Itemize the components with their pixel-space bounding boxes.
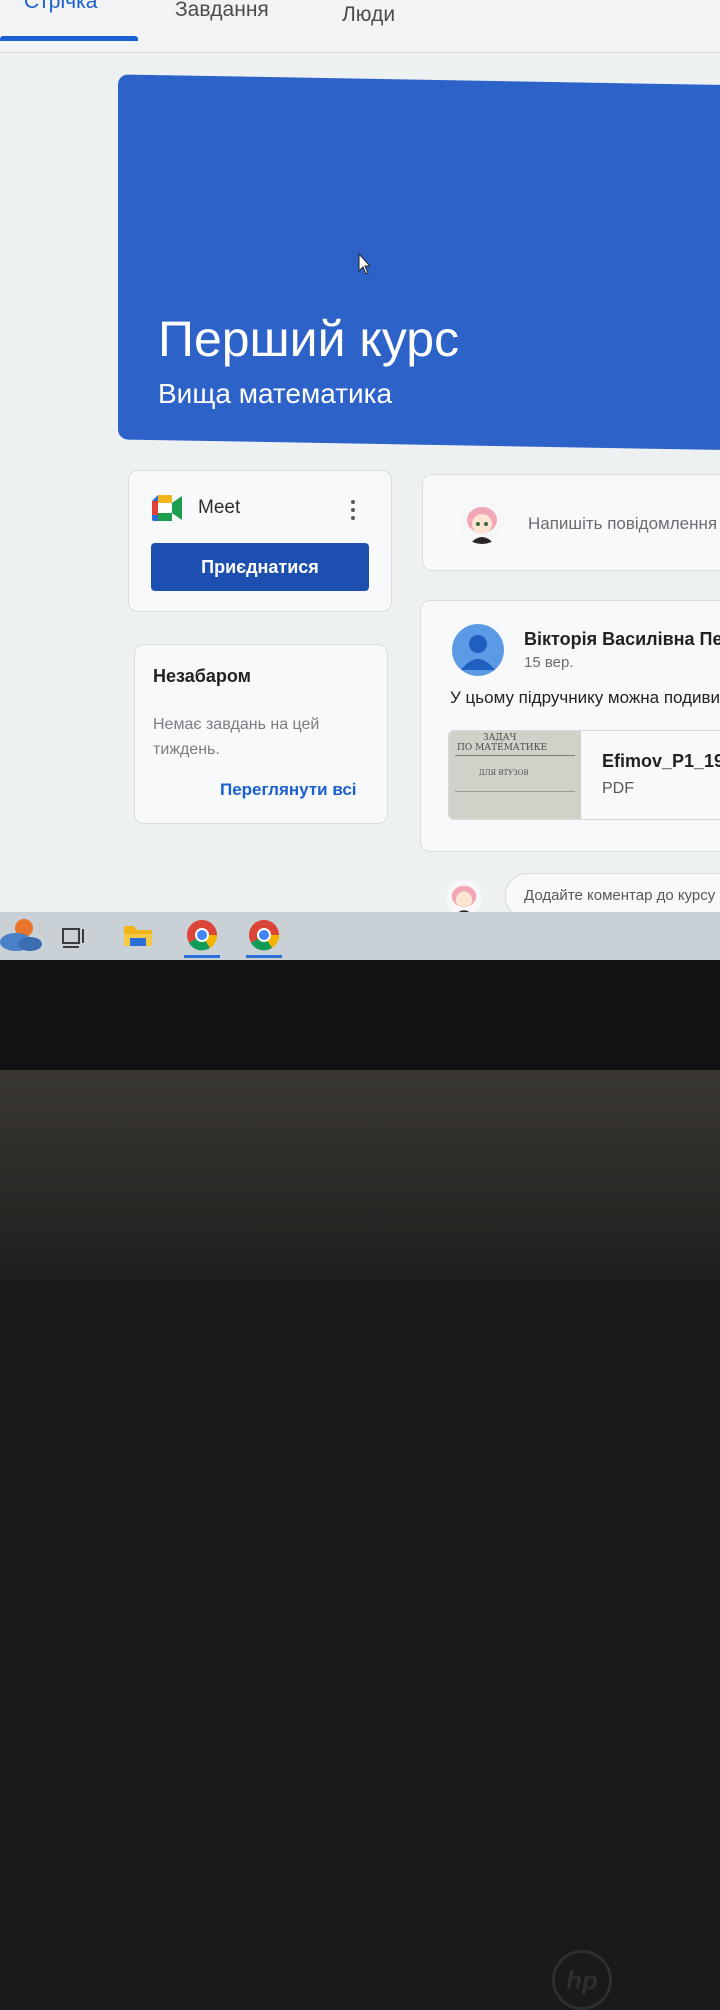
tab-stream[interactable]: Стрічка xyxy=(24,0,97,14)
comment-placeholder[interactable]: Додайте коментар до курсу xyxy=(524,887,715,904)
tab-classwork[interactable]: Завдання xyxy=(175,0,269,22)
author-avatar-icon xyxy=(452,624,504,676)
chrome-icon[interactable] xyxy=(242,912,286,960)
thumb-rule xyxy=(455,755,575,756)
active-tab-indicator xyxy=(0,36,138,41)
upcoming-title: Незабаром xyxy=(153,666,251,686)
thumb-rule xyxy=(455,791,575,792)
post-date: 15 вер. xyxy=(524,654,574,671)
active-app-indicator xyxy=(184,955,220,958)
upcoming-empty-text: Немає завдань на цей тиждень. xyxy=(153,716,320,758)
meet-logo-icon xyxy=(152,495,182,521)
chrome-icon[interactable] xyxy=(180,912,224,960)
weather-icon[interactable] xyxy=(0,912,44,960)
post-author: Вікторія Василівна Пе xyxy=(524,629,720,649)
attachment-type: PDF xyxy=(602,780,634,797)
join-meet-button[interactable]: Приєднатися xyxy=(151,543,369,591)
user-avatar xyxy=(460,500,504,544)
more-options-icon[interactable] xyxy=(348,498,358,526)
screen: Стрічка Завдання Люди Перший курс Вища м… xyxy=(0,0,720,960)
composer-placeholder[interactable]: Напишіть повідомлення xyxy=(528,514,717,534)
file-explorer-icon[interactable] xyxy=(116,912,160,960)
attachment-thumbnail: ЗАДАЧ ПО МАТЕМАТИКЕ ДЛЯ ВТУЗОВ xyxy=(449,731,581,819)
tab-bar: Стрічка Завдання Люди xyxy=(0,0,720,53)
thumb-text: ПО МАТЕМАТИКЕ xyxy=(457,743,548,753)
course-subject: Вища математика xyxy=(158,378,393,409)
laptop-bezel: hp xyxy=(0,960,720,2010)
attachment-card[interactable]: ЗАДАЧ ПО МАТЕМАТИКЕ ДЛЯ ВТУЗОВ xyxy=(448,730,720,820)
active-app-indicator xyxy=(246,955,282,958)
course-title: Перший курс xyxy=(158,311,460,367)
laptop-body xyxy=(0,1070,720,1280)
meet-label: Meet xyxy=(198,497,241,518)
task-view-icon[interactable] xyxy=(52,912,96,960)
thumb-text: ЗАДАЧ xyxy=(483,733,517,743)
thumb-text: ДЛЯ ВТУЗОВ xyxy=(479,769,529,777)
taskbar xyxy=(0,912,720,960)
post-text: У цьому підручнику можна подиви xyxy=(450,688,720,707)
tab-people[interactable]: Люди xyxy=(342,3,395,27)
view-all-link[interactable]: Переглянути всі xyxy=(220,780,357,800)
attachment-name[interactable]: Efimov_P1_19 xyxy=(602,751,720,772)
hp-logo: hp xyxy=(552,1950,612,2010)
comment-user-avatar xyxy=(446,880,482,916)
mouse-cursor-icon xyxy=(358,253,370,275)
